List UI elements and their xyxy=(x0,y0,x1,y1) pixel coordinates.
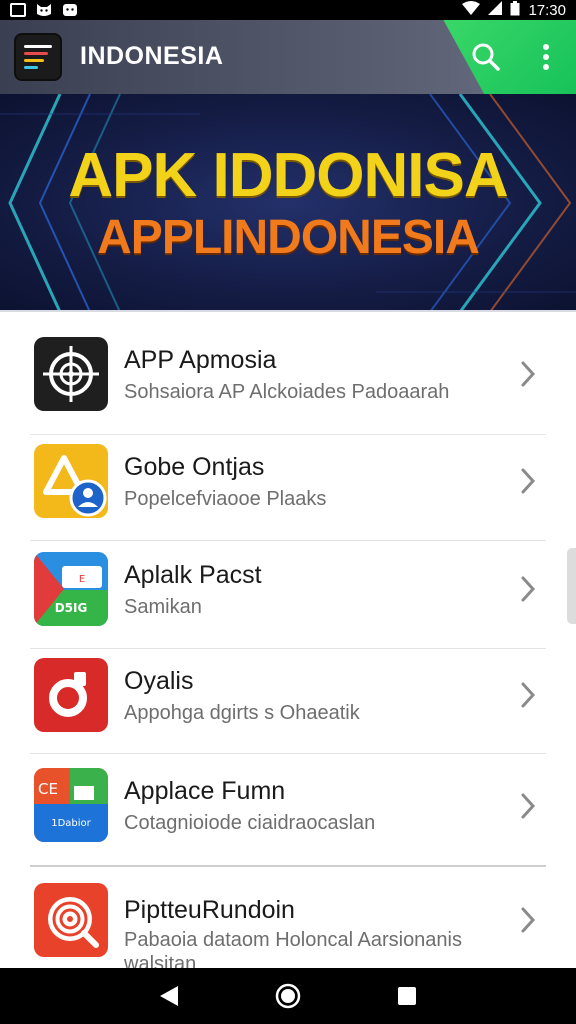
app-subtitle: Samikan xyxy=(124,596,202,618)
app-title: Gobe Ontjas xyxy=(124,453,265,481)
card-icon: E D5IG xyxy=(34,552,108,626)
banner-title: APK IDDONISA xyxy=(68,141,508,210)
more-options-button[interactable] xyxy=(534,37,558,77)
recents-button[interactable] xyxy=(387,976,427,1016)
tiles-icon: CE 1Dabior xyxy=(34,768,108,842)
list-item[interactable]: Gobe Ontjas Popelcefviaooe Plaaks xyxy=(0,433,576,539)
status-time: 17:30 xyxy=(528,1,566,19)
status-bar: 17:30 xyxy=(0,0,576,20)
home-circle-icon xyxy=(275,983,301,1009)
spiral-icon xyxy=(34,883,108,957)
svg-text:CE: CE xyxy=(38,780,58,798)
chevron-right-icon xyxy=(521,793,536,819)
svg-text:E: E xyxy=(79,574,85,585)
system-nav-bar xyxy=(0,968,576,1024)
logo-stripe xyxy=(24,52,48,55)
app-title: INDONESIA xyxy=(80,42,224,70)
logo-stripe xyxy=(24,59,44,62)
chevron-right-icon xyxy=(521,468,536,494)
list-item[interactable]: Oyalis Appohga dgirts s Ohaeatik xyxy=(0,647,576,753)
drive-user-icon xyxy=(34,444,108,518)
back-button[interactable] xyxy=(149,976,189,1016)
app-list[interactable]: APP Apmosia Sohsaiora AP Alckoiades Pado… xyxy=(0,312,576,968)
chevron-right-icon xyxy=(521,682,536,708)
divider xyxy=(30,753,546,754)
svg-text:1Dabior: 1Dabior xyxy=(51,818,91,829)
list-item[interactable]: PiptteuRundoin Pabaoia dataom Holoncal A… xyxy=(0,872,576,968)
signal-icon xyxy=(488,1,503,19)
home-button[interactable] xyxy=(268,976,308,1016)
app-title: Oyalis xyxy=(124,667,194,695)
back-triangle-icon xyxy=(160,986,179,1006)
image-icon xyxy=(10,3,26,17)
app-subtitle-line-2: walsitan xyxy=(124,953,197,968)
search-icon xyxy=(472,43,500,71)
recents-square-icon xyxy=(397,987,416,1005)
chevron-right-icon xyxy=(521,576,536,602)
crosshair-icon xyxy=(34,337,108,411)
app-logo[interactable] xyxy=(14,33,62,81)
app-subtitle: Appohga dgirts s Ohaeatik xyxy=(124,702,360,724)
cat-icon xyxy=(36,3,52,17)
list-item[interactable]: CE 1Dabior Applace Fumn Cotagnioiode ciai… xyxy=(0,755,576,861)
app-title: PiptteuRundoin xyxy=(124,896,295,924)
svg-text:D5IG: D5IG xyxy=(55,601,88,615)
search-button[interactable] xyxy=(466,37,506,77)
banner-subtitle: APPLINDONESIA xyxy=(97,211,480,264)
wifi-icon xyxy=(462,1,481,19)
list-item[interactable]: E D5IG Aplalk Pacst Samikan xyxy=(0,541,576,647)
logo-stripe xyxy=(24,45,52,48)
status-right-icons: 17:30 xyxy=(462,0,566,20)
app-bar: INDONESIA xyxy=(0,20,576,94)
more-vert-icon xyxy=(543,44,549,70)
red-logo-icon xyxy=(34,658,108,732)
app-subtitle: Pabaoia dataom Holoncal Aarsionanis xyxy=(124,929,462,951)
battery-icon xyxy=(510,0,520,20)
face-icon xyxy=(62,3,78,17)
divider xyxy=(30,865,546,867)
chevron-right-icon xyxy=(521,361,536,387)
app-title: Applace Fumn xyxy=(124,777,286,805)
chevron-right-icon xyxy=(521,907,536,933)
app-title: APP Apmosia xyxy=(124,346,277,374)
app-title: Aplalk Pacst xyxy=(124,561,262,589)
status-left-icons xyxy=(10,3,78,17)
app-subtitle: Sohsaiora AP Alckoiades Padoaarah xyxy=(124,381,450,403)
promo-banner[interactable]: APK IDDONISA APPLINDONESIA xyxy=(0,94,576,312)
app-subtitle: Cotagnioiode ciaidraocaslan xyxy=(124,812,376,834)
list-item[interactable]: APP Apmosia Sohsaiora AP Alckoiades Pado… xyxy=(0,326,576,432)
app-subtitle: Popelcefviaooe Plaaks xyxy=(124,488,327,510)
logo-stripe xyxy=(24,66,38,69)
scrollbar-handle[interactable] xyxy=(567,548,576,624)
